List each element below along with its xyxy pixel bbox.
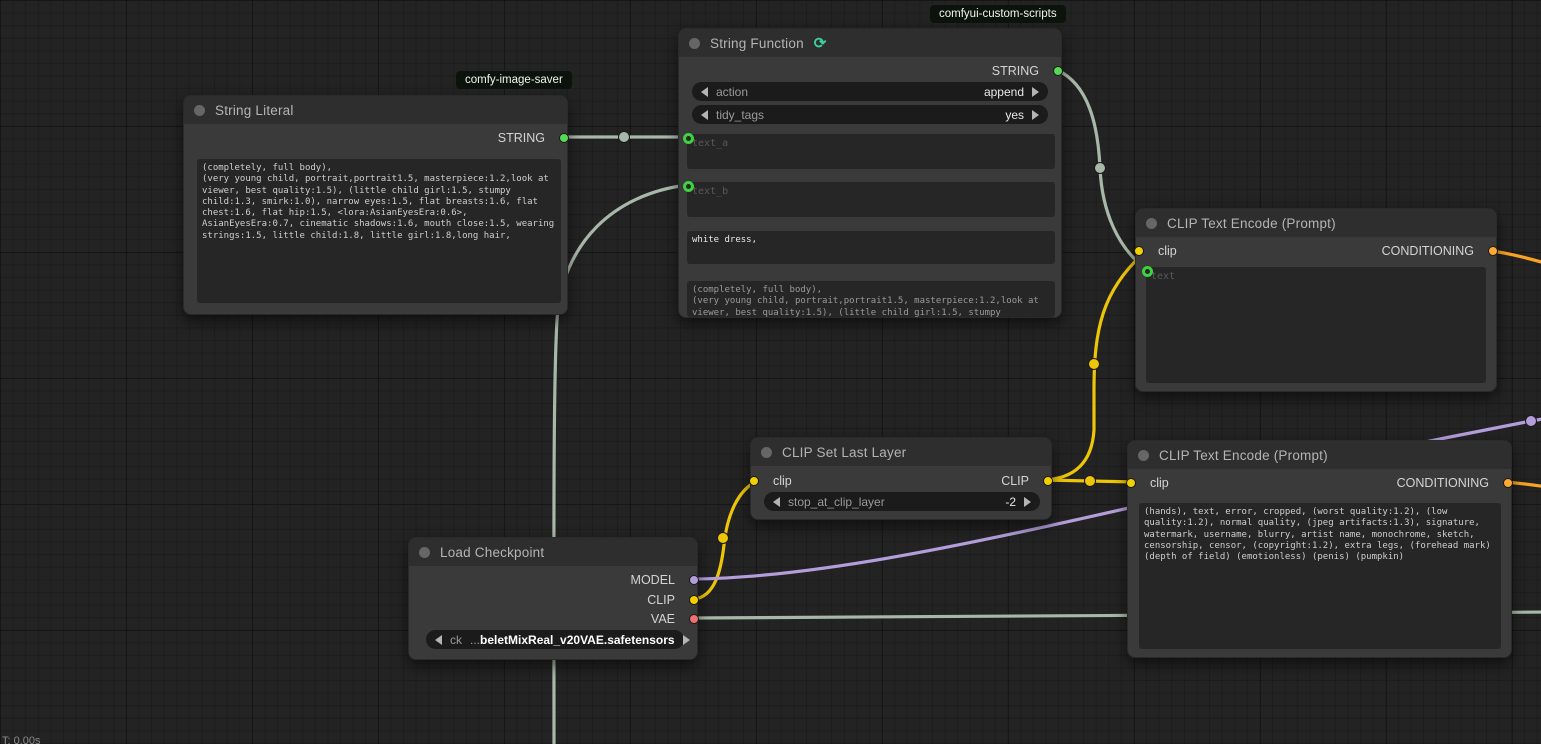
node-source-badge: comfyui-custom-scripts	[930, 5, 1066, 23]
node-clip-set-last-layer[interactable]: CLIP Set Last Layer clip CLIP stop_at_cl…	[750, 437, 1052, 520]
output-label-string: STRING	[992, 64, 1039, 78]
node-clip-text-encode-positive[interactable]: CLIP Text Encode (Prompt) clip CONDITION…	[1135, 208, 1497, 392]
node-title-bar[interactable]: CLIP Text Encode (Prompt)	[1136, 209, 1496, 237]
text-a-input-slot[interactable]	[683, 133, 694, 144]
link-midpoint-dot	[619, 132, 630, 143]
output-label-model: MODEL	[631, 573, 675, 587]
vae-output-slot[interactable]	[689, 614, 699, 624]
widget-value: yes	[1005, 108, 1024, 122]
increment-arrow-icon[interactable]	[1024, 497, 1031, 507]
collapse-dot-icon[interactable]	[689, 38, 700, 49]
increment-arrow-icon[interactable]	[1032, 110, 1039, 120]
node-title: CLIP Set Last Layer	[782, 445, 906, 460]
clip-input-slot[interactable]	[749, 476, 759, 486]
link-midpoint-dot	[718, 533, 729, 544]
widget-value: beletMixReal_v20VAE.safetensors	[480, 633, 675, 647]
timing-status-text: T: 0.00s	[2, 735, 41, 744]
collapse-dot-icon[interactable]	[194, 105, 205, 116]
node-title: CLIP Text Encode (Prompt)	[1167, 216, 1336, 231]
ckpt-name-widget[interactable]: ck ... beletMixReal_v20VAE.safetensors	[426, 630, 684, 649]
node-title-bar[interactable]: CLIP Text Encode (Prompt)	[1128, 441, 1511, 469]
link-midpoint-dot	[1526, 416, 1537, 427]
widget-label-ellipsis: ...	[470, 633, 480, 647]
negative-prompt-textarea[interactable]: (hands), text, error, cropped, (worst qu…	[1139, 503, 1501, 649]
widget-label: ck	[450, 633, 462, 647]
node-string-literal[interactable]: String Literal STRING (completely, full …	[183, 95, 568, 315]
input-label-clip: clip	[773, 474, 792, 488]
text-c-textarea[interactable]: white dress,	[687, 231, 1055, 264]
collapse-dot-icon[interactable]	[1146, 218, 1157, 229]
string-output-slot[interactable]	[559, 133, 569, 143]
collapse-dot-icon[interactable]	[1138, 450, 1149, 461]
decrement-arrow-icon[interactable]	[773, 497, 780, 507]
output-label-clip: CLIP	[647, 593, 675, 607]
node-graph-canvas[interactable]: comfy-image-saver comfyui-custom-scripts…	[0, 0, 1541, 744]
text-a-textarea[interactable]	[687, 134, 1055, 169]
text-b-input-slot[interactable]	[683, 181, 694, 192]
conditioning-output-slot[interactable]	[1503, 478, 1513, 488]
node-title: CLIP Text Encode (Prompt)	[1159, 448, 1328, 463]
node-title-bar[interactable]: String Function ⟳	[679, 29, 1061, 57]
node-clip-text-encode-negative[interactable]: CLIP Text Encode (Prompt) clip CONDITION…	[1127, 440, 1512, 658]
node-title: String Literal	[215, 103, 294, 118]
stop-at-clip-layer-widget[interactable]: stop_at_clip_layer -2	[764, 492, 1040, 511]
node-title: String Function	[710, 36, 804, 51]
node-source-badge: comfy-image-saver	[456, 71, 572, 89]
node-title-bar[interactable]: Load Checkpoint	[409, 538, 697, 566]
widget-value: -2	[1005, 495, 1016, 509]
node-load-checkpoint[interactable]: Load Checkpoint MODEL CLIP VAE ck ... be…	[408, 537, 698, 660]
node-title: Load Checkpoint	[440, 545, 544, 560]
collapse-dot-icon[interactable]	[419, 547, 430, 558]
tidy-tags-widget[interactable]: tidy_tags yes	[692, 105, 1048, 124]
clip-input-slot[interactable]	[1134, 246, 1144, 256]
widget-label: stop_at_clip_layer	[788, 495, 885, 509]
link-midpoint-dot	[1095, 163, 1106, 174]
output-label-conditioning: CONDITIONING	[1397, 476, 1489, 490]
increment-arrow-icon[interactable]	[1032, 87, 1039, 97]
decrement-arrow-icon[interactable]	[701, 110, 708, 120]
custom-scripts-logo-icon: ⟳	[814, 36, 827, 51]
clip-output-slot[interactable]	[689, 595, 699, 605]
action-widget[interactable]: action append	[692, 82, 1048, 101]
prompt-textarea[interactable]	[1146, 267, 1486, 383]
node-title-bar[interactable]: String Literal	[184, 96, 567, 124]
link-midpoint-dot	[1085, 476, 1096, 487]
output-label-conditioning: CONDITIONING	[1382, 244, 1474, 258]
link-midpoint-dot	[1089, 359, 1100, 370]
result-textarea[interactable]: (completely, full body), (very young chi…	[687, 281, 1055, 317]
output-label-string: STRING	[498, 131, 545, 145]
clip-output-slot[interactable]	[1043, 476, 1053, 486]
output-label-vae: VAE	[651, 612, 675, 626]
input-label-clip: clip	[1158, 244, 1177, 258]
string-output-slot[interactable]	[1053, 66, 1063, 76]
string-literal-textarea[interactable]: (completely, full body), (very young chi…	[197, 159, 561, 303]
text-input-slot[interactable]	[1142, 266, 1153, 277]
widget-label: action	[716, 85, 748, 99]
text-b-textarea[interactable]	[687, 182, 1055, 217]
node-title-bar[interactable]: CLIP Set Last Layer	[751, 438, 1051, 466]
node-string-function[interactable]: String Function ⟳ STRING action append t…	[678, 28, 1062, 318]
conditioning-output-slot[interactable]	[1488, 246, 1498, 256]
input-label-clip: clip	[1150, 476, 1169, 490]
widget-value: append	[984, 85, 1024, 99]
collapse-dot-icon[interactable]	[761, 447, 772, 458]
output-label-clip: CLIP	[1001, 474, 1029, 488]
clip-input-slot[interactable]	[1126, 478, 1136, 488]
widget-label: tidy_tags	[716, 108, 764, 122]
increment-arrow-icon[interactable]	[683, 635, 690, 645]
model-output-slot[interactable]	[689, 575, 699, 585]
decrement-arrow-icon[interactable]	[701, 87, 708, 97]
decrement-arrow-icon[interactable]	[435, 635, 442, 645]
